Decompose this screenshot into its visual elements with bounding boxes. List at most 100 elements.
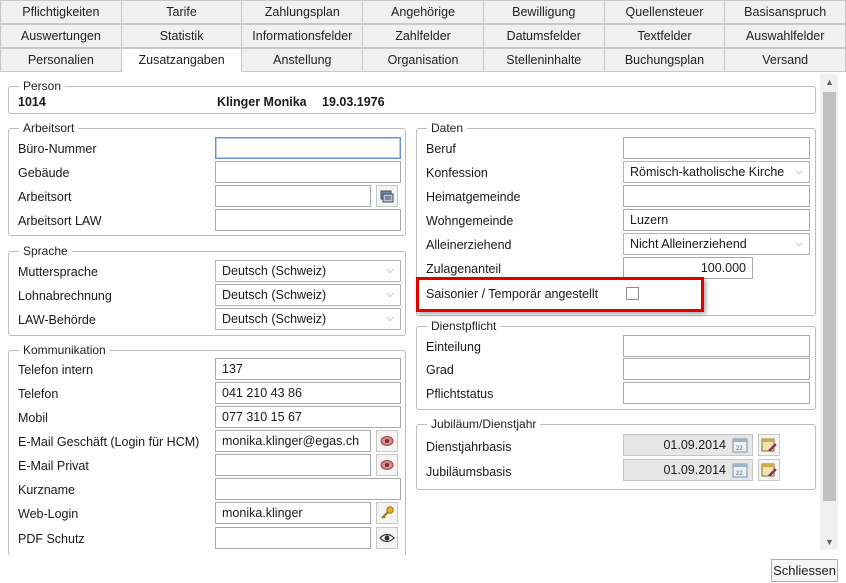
law-behoerde-select[interactable]: Deutsch (Schweiz) ⌵ [215,308,401,330]
grad-label: Grad [426,363,454,377]
tab-personalien[interactable]: Personalien [0,48,122,72]
gebaeude-input[interactable] [215,161,401,183]
tab-bewilligung[interactable]: Bewilligung [483,0,605,24]
arbeitsort-group-label: Arbeitsort [19,121,79,135]
key-icon [381,506,394,519]
tab-datumsfelder[interactable]: Datumsfelder [483,24,605,48]
arbeitsort-law-label: Arbeitsort LAW [18,214,102,228]
tab-informationsfelder[interactable]: Informationsfelder [242,24,364,48]
tab-zahlfelder[interactable]: Zahlfelder [363,24,484,48]
dienstjahrbasis-value: 01.09.2014 [663,438,726,452]
web-login-label: Web-Login [18,507,79,521]
email-privat-input[interactable] [215,454,371,476]
email-icon [380,460,394,470]
chevron-down-icon: ⌵ [386,265,394,276]
alleinerziehend-label: Alleinerziehend [426,238,512,252]
calendar-icon[interactable]: 22 [732,437,748,453]
muttersprache-select[interactable]: Deutsch (Schweiz) ⌵ [215,260,401,282]
scrollbar-thumb[interactable] [823,92,836,501]
dienstjahrbasis-label: Dienstjahrbasis [426,440,512,454]
jubilaeumsbasis-edit-button[interactable] [758,459,780,481]
tab-zusatzangaben[interactable]: Zusatzangaben [121,48,243,72]
eye-icon [379,533,395,543]
heimatgemeinde-label: Heimatgemeinde [426,190,521,204]
email-icon [380,436,394,446]
pdf-schutz-input[interactable] [215,527,371,549]
lohnabrechnung-value: Deutsch (Schweiz) [222,288,327,302]
tab-row-3: Personalien Zusatzangaben Anstellung Org… [0,48,846,72]
kurzname-input[interactable] [215,478,401,500]
arbeitsort-lookup-button[interactable] [376,185,398,207]
tab-row-2: Auswertungen Statistik Informationsfelde… [0,24,846,48]
pdf-schutz-label: PDF Schutz [18,532,85,546]
dienstjahrbasis-edit-button[interactable] [758,434,780,456]
wohngemeinde-input[interactable]: Luzern [623,209,810,231]
kommunikation-group-label: Kommunikation [19,343,110,357]
tab-pflichtigkeiten[interactable]: Pflichtigkeiten [0,0,122,24]
tab-anstellung[interactable]: Anstellung [242,48,364,72]
person-number: 1014 [18,95,46,109]
law-behoerde-value: Deutsch (Schweiz) [222,312,327,326]
jubilaeumsbasis-value: 01.09.2014 [663,463,726,477]
close-button[interactable]: Schliessen [771,559,838,582]
calendar-icon[interactable]: 22 [732,462,748,478]
gebaeude-label: Gebäude [18,166,70,180]
email-geschaeft-label: E-Mail Geschäft (Login für HCM) [18,435,200,449]
svg-text:22: 22 [736,471,743,477]
scroll-down-icon[interactable]: ▼ [825,537,834,547]
tab-zahlungsplan[interactable]: Zahlungsplan [242,0,364,24]
tab-textfelder[interactable]: Textfelder [604,24,726,48]
tab-angehoerige[interactable]: Angehörige [363,0,484,24]
tab-versand[interactable]: Versand [725,48,846,72]
telefon-label: Telefon [18,387,59,401]
einteilung-label: Einteilung [426,340,481,354]
web-login-key-button[interactable] [376,502,398,524]
arbeitsort-input[interactable] [215,185,371,207]
tab-stelleninhalte[interactable]: Stelleninhalte [483,48,605,72]
buero-nummer-input[interactable] [215,137,401,159]
heimatgemeinde-input[interactable] [623,185,810,207]
muttersprache-label: Muttersprache [18,265,98,279]
lohnabrechnung-select[interactable]: Deutsch (Schweiz) ⌵ [215,284,401,306]
email-geschaeft-input[interactable]: monika.klinger@egas.ch [215,430,371,452]
beruf-input[interactable] [623,137,810,159]
pdf-schutz-show-button[interactable] [376,527,398,549]
tab-quellensteuer[interactable]: Quellensteuer [604,0,726,24]
tab-auswertungen[interactable]: Auswertungen [0,24,122,48]
tab-tarife[interactable]: Tarife [121,0,243,24]
law-behoerde-label: LAW-Behörde [18,313,96,327]
tab-auswahlfelder[interactable]: Auswahlfelder [725,24,846,48]
zulagenanteil-input[interactable]: 100.000 [623,257,753,279]
telefon-intern-input[interactable]: 137 [215,358,401,380]
jubilaeum-group: Jubiläum/Dienstjahr [416,417,816,490]
tab-statistik[interactable]: Statistik [121,24,243,48]
arbeitsort-label: Arbeitsort [18,190,72,204]
pflichtstatus-input[interactable] [623,382,810,404]
grad-input[interactable] [623,358,810,380]
chevron-down-icon: ⌵ [795,166,803,177]
einteilung-input[interactable] [623,335,810,357]
chevron-down-icon: ⌵ [386,289,394,300]
web-login-input[interactable]: monika.klinger [215,502,371,524]
calendar-edit-icon [761,463,777,477]
tab-organisation[interactable]: Organisation [363,48,484,72]
daten-group-label: Daten [427,121,468,135]
sprache-group-label: Sprache [19,244,72,258]
telefon-input[interactable]: 041 210 43 86 [215,382,401,404]
person-birthdate: 19.03.1976 [322,95,385,109]
alleinerziehend-select[interactable]: Nicht Alleinerziehend ⌵ [623,233,810,255]
kommunikation-group: Kommunikation [8,343,406,556]
jubilaeum-group-label: Jubiläum/Dienstjahr [427,417,541,431]
kurzname-label: Kurzname [18,483,75,497]
beruf-label: Beruf [426,142,456,156]
mobil-input[interactable]: 077 310 15 67 [215,406,401,428]
konfession-label: Konfession [426,166,488,180]
tab-basisanspruch[interactable]: Basisanspruch [725,0,846,24]
scroll-up-icon[interactable]: ▲ [825,77,834,87]
chevron-down-icon: ⌵ [386,313,394,324]
email-geschaeft-send-button[interactable] [376,430,398,452]
konfession-select[interactable]: Römisch-katholische Kirche ⌵ [623,161,810,183]
tab-buchungsplan[interactable]: Buchungsplan [604,48,726,72]
email-privat-send-button[interactable] [376,454,398,476]
arbeitsort-law-input[interactable] [215,209,401,231]
